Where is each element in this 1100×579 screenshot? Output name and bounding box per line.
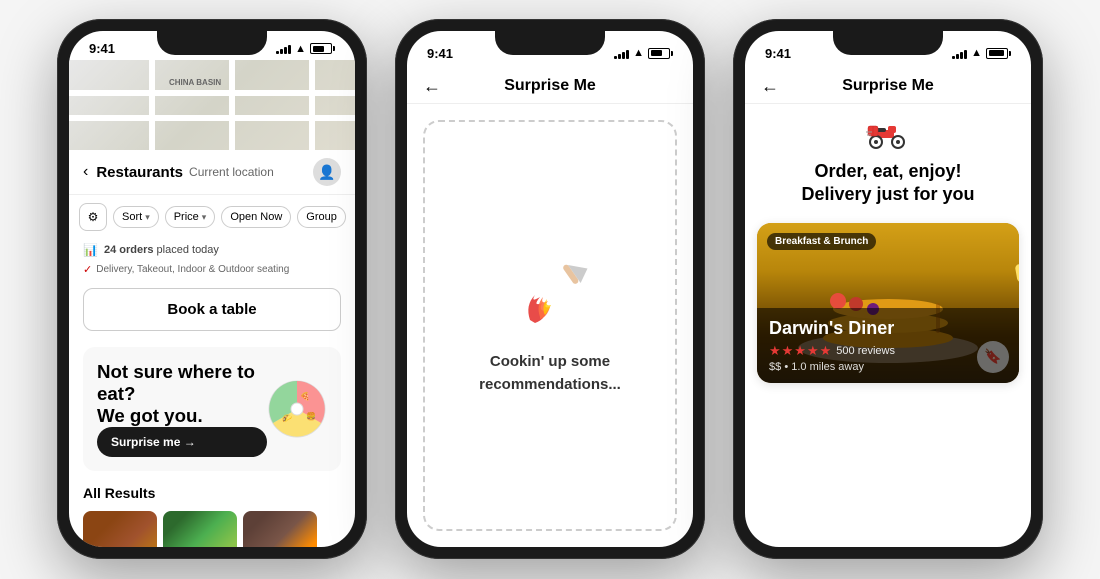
wifi-icon-2: ▲ — [633, 47, 644, 59]
back-button-1[interactable]: ‹ — [83, 163, 88, 181]
wifi-icon-1: ▲ — [295, 43, 306, 55]
svg-text:🍕: 🍕 — [300, 391, 310, 401]
user-avatar-1[interactable]: 👤 — [313, 158, 341, 186]
book-table-button[interactable]: Book a table — [83, 288, 341, 331]
orders-text: 24 orders placed today — [104, 244, 219, 256]
phone-1: 9:41 ▲ — [57, 19, 367, 559]
restaurant-info-overlay: Darwin's Diner ★★★★★ 500 reviews $$ • 1.… — [757, 308, 1019, 383]
phone-2-screen: 9:41 ▲ — [407, 31, 693, 547]
all-results-heading: All Results — [69, 481, 355, 507]
reviews-count: 500 reviews — [836, 345, 895, 357]
orders-count: 24 orders — [104, 244, 154, 256]
result-images-row — [69, 507, 355, 547]
status-icons-2: ▲ — [614, 47, 673, 59]
back-button-3[interactable]: ← — [761, 76, 779, 97]
nav-title-1: Restaurants — [96, 164, 183, 181]
phone3-title: Surprise Me — [842, 77, 934, 95]
price-chevron: ▾ — [202, 212, 207, 223]
status-icons-3: ▲ — [952, 47, 1011, 59]
cooking-flame-icon — [510, 255, 590, 335]
delivery-icon-area — [765, 118, 1011, 152]
filter-bar: ⚙ Sort ▾ Price ▾ Open Now Group — [69, 195, 355, 239]
signal-icon-3 — [952, 48, 967, 59]
delivery-info-text: Delivery, Takeout, Indoor & Outdoor seat… — [96, 264, 289, 275]
sort-chevron: ▾ — [145, 212, 150, 223]
surprise-text: Not sure where to eat? We got you. Surpr… — [97, 361, 267, 457]
notch-2 — [495, 31, 605, 55]
phone-1-screen: 9:41 ▲ — [69, 31, 355, 547]
map-area: CHINA BASIN — [69, 60, 355, 150]
svg-text:🌮: 🌮 — [282, 414, 292, 423]
wifi-icon-3: ▲ — [971, 47, 982, 59]
open-now-chip[interactable]: Open Now — [221, 206, 291, 228]
group-label: Group — [306, 211, 337, 223]
stars-row: ★★★★★ 500 reviews — [769, 343, 1007, 359]
group-chip[interactable]: Group — [297, 206, 346, 228]
phone-2: 9:41 ▲ — [395, 19, 705, 559]
open-now-label: Open Now — [230, 211, 282, 223]
surprise-me-button[interactable]: Surprise me → — [97, 427, 267, 457]
surprise-card: Not sure where to eat? We got you. Surpr… — [83, 347, 341, 471]
loading-area: Cookin' up some recommendations... — [423, 120, 677, 531]
phone2-header: ← Surprise Me — [407, 69, 693, 104]
phones-container: 9:41 ▲ — [37, 0, 1063, 579]
delivery-scooter-icon — [866, 118, 910, 152]
stars-icon: ★★★★★ — [769, 343, 832, 359]
restaurant-card[interactable]: Breakfast & Brunch 🔖 Darwin's Diner ★★★★… — [757, 223, 1019, 383]
cooking-illustration — [510, 255, 590, 335]
orders-info: 📊 24 orders placed today — [69, 239, 355, 261]
wheel-graphic: 🍕 🍔 🌮 — [267, 379, 327, 439]
price-chip[interactable]: Price ▾ — [165, 206, 216, 228]
order-enjoy-section: Order, eat, enjoy! Delivery just for you — [745, 104, 1031, 217]
phone3-header: ← Surprise Me — [745, 69, 1031, 104]
sort-label: Sort — [122, 211, 142, 223]
restaurant-name: Darwin's Diner — [769, 318, 1007, 339]
map-label-china-basin: CHINA BASIN — [169, 78, 221, 87]
status-time-1: 9:41 — [89, 41, 115, 56]
wheel-svg: 🍕 🍔 🌮 — [267, 379, 327, 439]
status-time-2: 9:41 — [427, 46, 453, 61]
phone-3: 9:41 ▲ — [733, 19, 1043, 559]
restaurant-image: Breakfast & Brunch 🔖 Darwin's Diner ★★★★… — [757, 223, 1019, 383]
result-image-1[interactable] — [83, 511, 157, 547]
price-label: Price — [174, 211, 199, 223]
phone1-navbar: ‹ Restaurants Current location 👤 — [69, 150, 355, 195]
back-button-2[interactable]: ← — [423, 76, 441, 97]
category-badge: Breakfast & Brunch — [767, 233, 876, 250]
signal-icon-2 — [614, 48, 629, 59]
phone-3-screen: 9:41 ▲ — [745, 31, 1031, 547]
battery-icon-3 — [986, 48, 1011, 59]
result-image-2[interactable] — [163, 511, 237, 547]
orders-chart-icon: 📊 — [83, 243, 98, 257]
filter-icon-btn[interactable]: ⚙ — [79, 203, 107, 231]
phone3-content: Order, eat, enjoy! Delivery just for you — [745, 104, 1031, 547]
notch-3 — [833, 31, 943, 55]
cooking-text: Cookin' up some recommendations... — [479, 351, 621, 396]
status-time-3: 9:41 — [765, 46, 791, 61]
nav-subtitle-1: Current location — [189, 165, 274, 179]
signal-icon-1 — [276, 43, 291, 54]
delivery-info-row: ✓ Delivery, Takeout, Indoor & Outdoor se… — [69, 261, 355, 282]
battery-icon-1 — [310, 43, 335, 54]
phone2-title: Surprise Me — [504, 77, 596, 95]
notch-1 — [157, 31, 267, 55]
restaurant-meta: $$ • 1.0 miles away — [769, 361, 1007, 373]
result-image-3[interactable] — [243, 511, 317, 547]
status-icons-1: ▲ — [276, 43, 335, 55]
svg-text:🍔: 🍔 — [306, 411, 316, 421]
battery-icon-2 — [648, 48, 673, 59]
sort-chip[interactable]: Sort ▾ — [113, 206, 159, 228]
surprise-heading: Not sure where to eat? We got you. — [97, 361, 267, 427]
order-enjoy-heading: Order, eat, enjoy! Delivery just for you — [765, 160, 1011, 207]
checkmark-icon: ✓ — [83, 263, 92, 276]
